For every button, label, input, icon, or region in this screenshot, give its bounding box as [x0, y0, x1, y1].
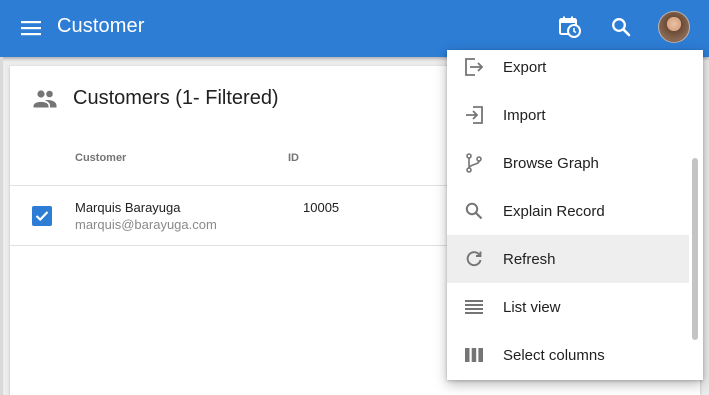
- customer-name[interactable]: Marquis Barayuga: [75, 200, 181, 215]
- refresh-icon: [464, 249, 484, 269]
- menu-item-label: Select columns: [503, 346, 605, 364]
- menu-item-label: Export: [503, 58, 547, 76]
- avatar[interactable]: [658, 11, 690, 43]
- search-icon: [464, 201, 484, 221]
- menu-item-select-columns[interactable]: Select columns: [447, 331, 689, 379]
- import-icon: [464, 105, 484, 125]
- menu-item-browse-graph[interactable]: Browse Graph: [447, 139, 689, 187]
- menu-item-explain-record[interactable]: Explain Record: [447, 187, 689, 235]
- menu-icon[interactable]: [18, 15, 44, 41]
- menu-item-label: Refresh: [503, 250, 556, 268]
- menu-item-label: Explain Record: [503, 202, 605, 220]
- actions-menu: Export Import Browse Graph Explain Recor…: [447, 50, 703, 380]
- columns-icon: [464, 345, 484, 365]
- menu-item-label: Browse Graph: [503, 154, 599, 172]
- app-title: Customer: [57, 15, 145, 37]
- side-edge: [0, 57, 3, 395]
- calendar-clock-icon[interactable]: [556, 13, 584, 41]
- app-bar: Customer: [0, 0, 709, 57]
- menu-item-list-view[interactable]: List view: [447, 283, 689, 331]
- people-icon: [33, 89, 57, 109]
- menu-item-import[interactable]: Import: [447, 91, 689, 139]
- search-icon[interactable]: [607, 13, 635, 41]
- customer-email: marquis@barayuga.com: [75, 217, 217, 232]
- graph-branch-icon: [464, 153, 484, 173]
- row-checkbox[interactable]: [32, 206, 52, 226]
- customer-id: 10005: [303, 200, 340, 215]
- card-title: Customers (1- Filtered): [73, 87, 279, 109]
- menu-item-label: List view: [503, 298, 561, 316]
- menu-item-export[interactable]: Export: [447, 50, 689, 91]
- menu-scrollbar[interactable]: [692, 158, 698, 340]
- column-header-customer[interactable]: Customer: [75, 152, 126, 164]
- list-icon: [464, 297, 484, 317]
- menu-item-label: Import: [503, 106, 546, 124]
- menu-item-refresh[interactable]: Refresh: [447, 235, 689, 283]
- export-icon: [464, 57, 484, 77]
- column-header-id[interactable]: ID: [288, 152, 299, 164]
